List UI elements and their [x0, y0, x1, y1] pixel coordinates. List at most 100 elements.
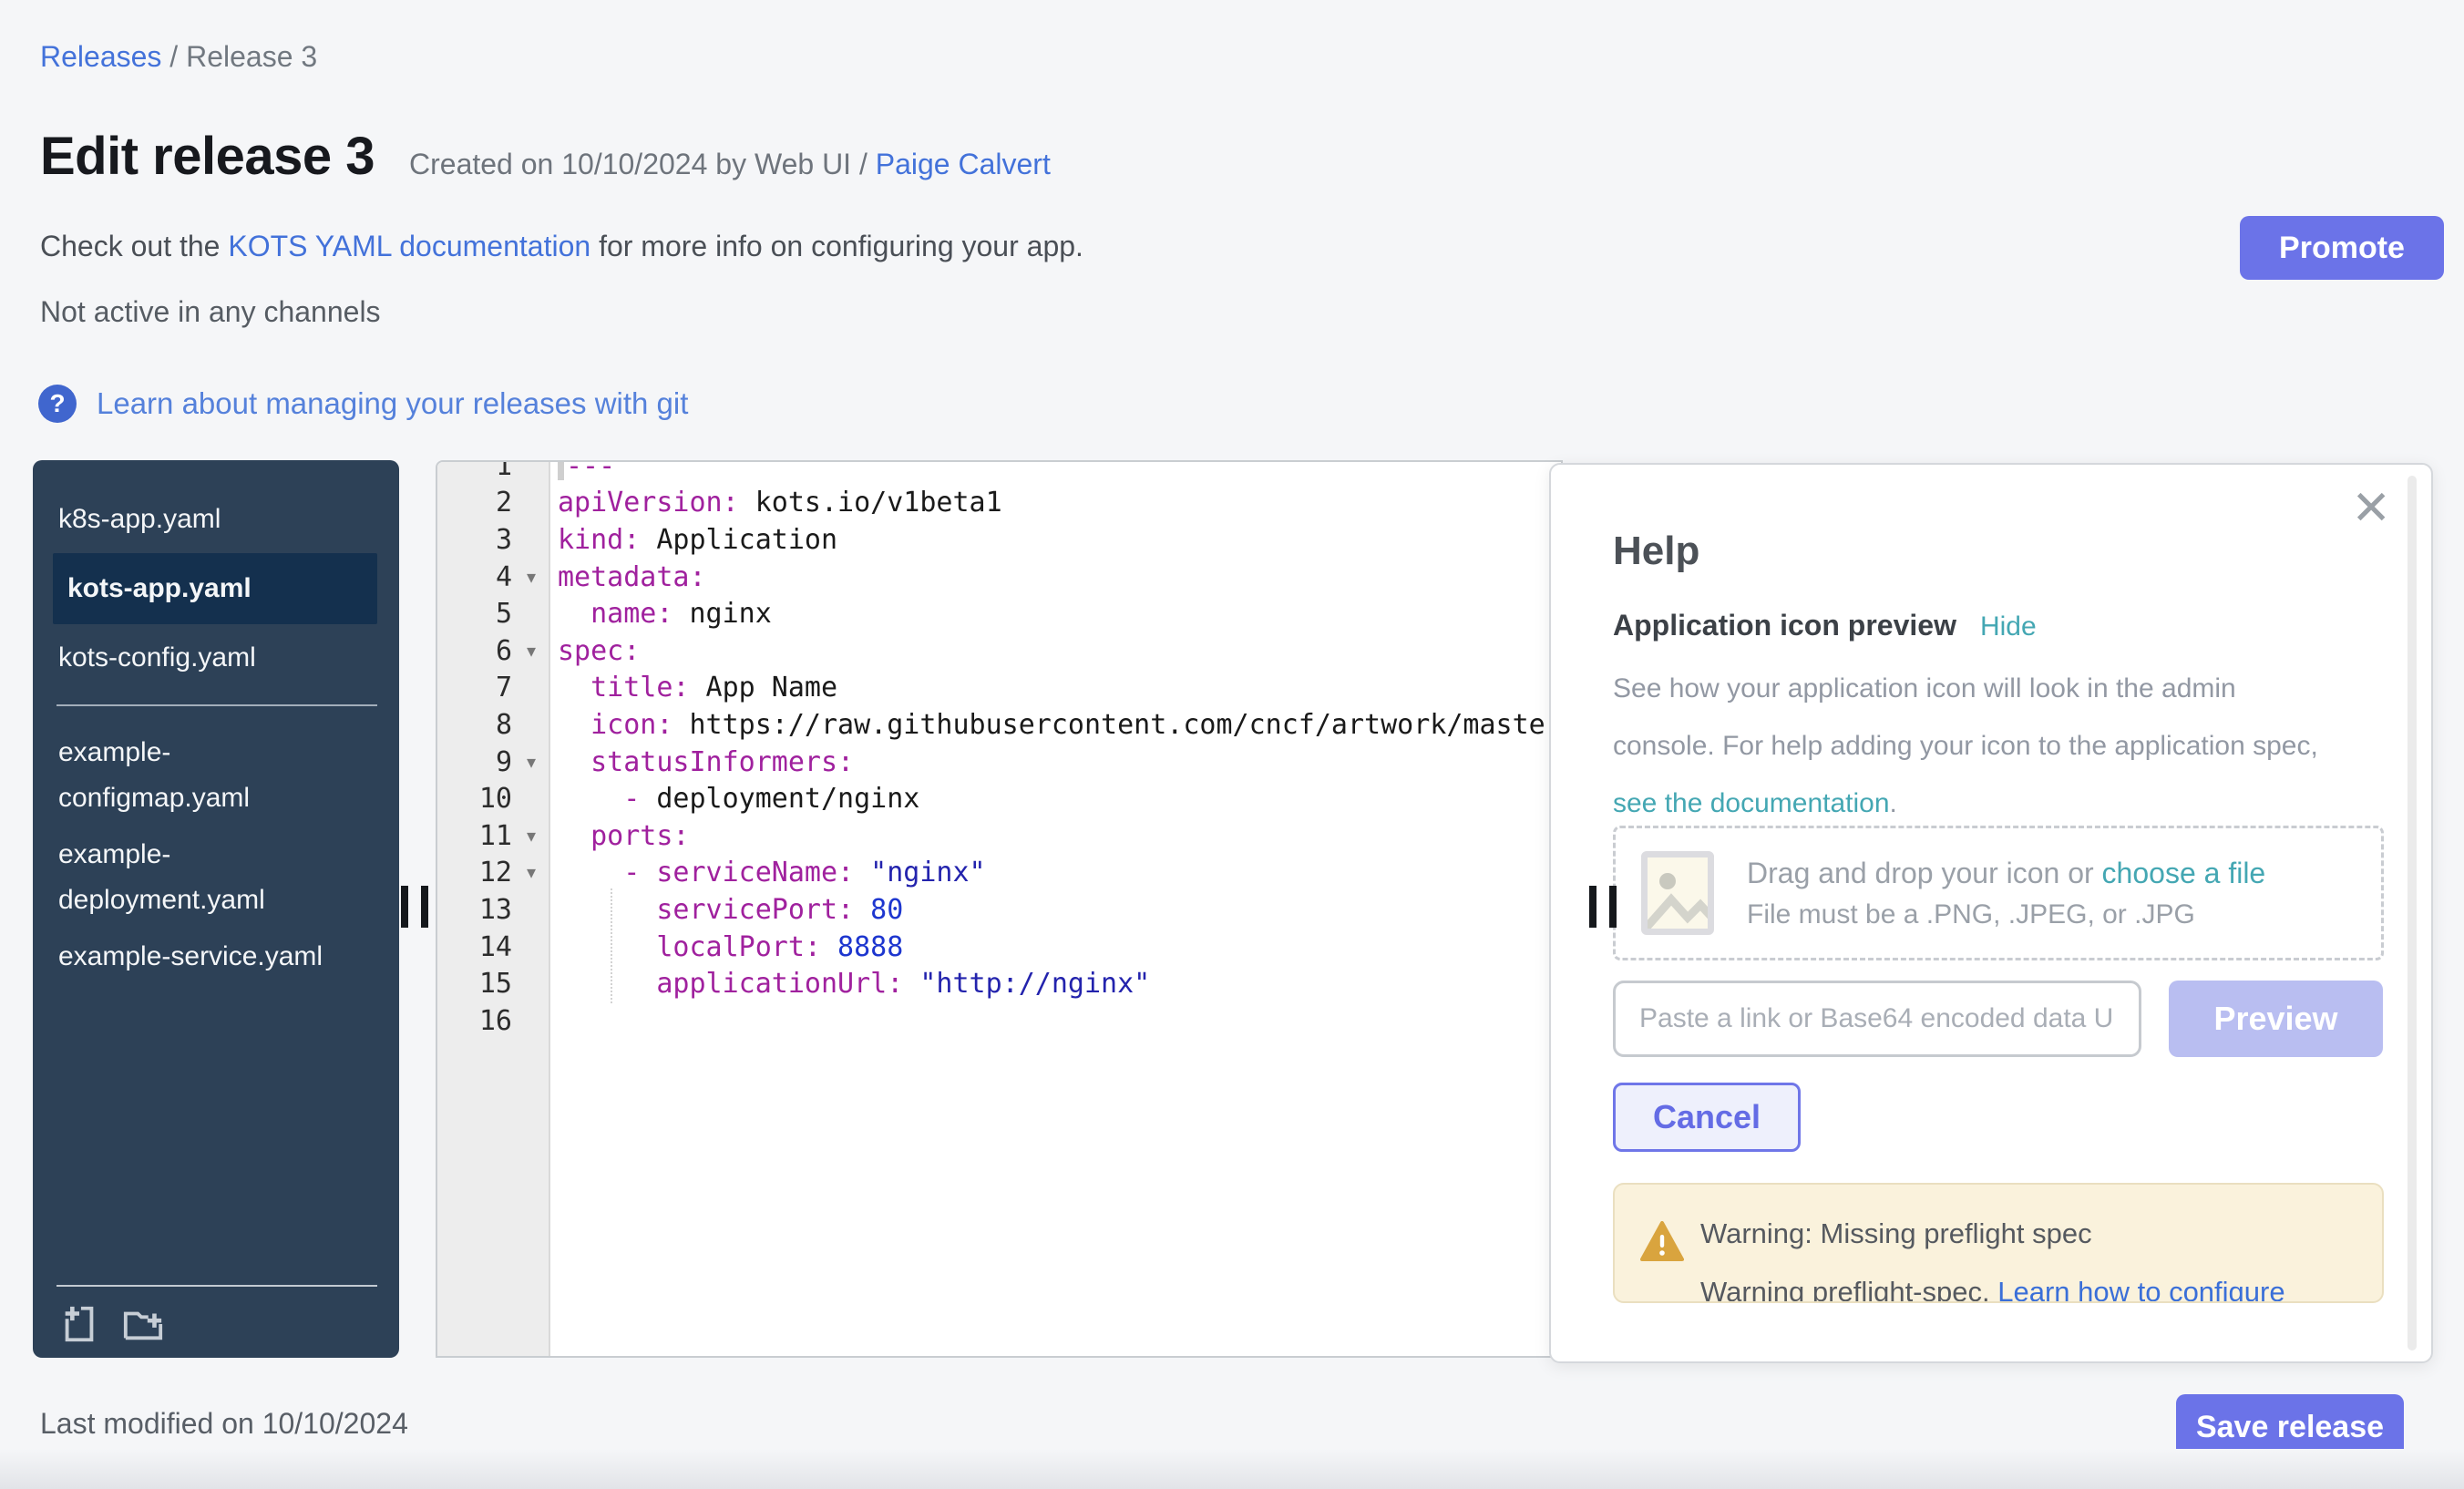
kots-docs-link[interactable]: KOTS YAML documentation [228, 230, 590, 262]
code-line-14: 14 localPort: 8888 [437, 929, 1561, 966]
line-number: 3 [437, 524, 512, 556]
desc-post: . [1890, 788, 1897, 818]
file-tree-item-kots-config.yaml[interactable]: kots-config.yaml [33, 635, 399, 681]
learn-configure-link[interactable]: Learn how to configure [1997, 1276, 2284, 1303]
icon-dropzone[interactable]: Drag and drop your icon or choose a file… [1613, 826, 2384, 960]
code-content[interactable]: --- [550, 460, 615, 482]
help-panel-scrollbar[interactable] [2408, 476, 2417, 1350]
line-number: 4 [437, 561, 512, 593]
breadcrumb-separator: / [169, 40, 186, 73]
close-icon[interactable]: ✕ [2351, 485, 2391, 532]
fold-arrow-icon[interactable]: ▾ [512, 861, 550, 884]
docs-info-pre: Check out the [40, 230, 228, 262]
code-content[interactable]: ports: [550, 820, 690, 852]
fold-arrow-icon[interactable]: ▾ [512, 825, 550, 847]
docs-info-line: Check out the KOTS YAML documentation fo… [40, 230, 1083, 263]
dropzone-sub-text: File must be a .PNG, .JPEG, or .JPG [1747, 899, 2265, 930]
line-number: 6 [437, 635, 512, 667]
code-line-9: 9▾ statusInformers: [437, 744, 1561, 781]
fold-arrow-icon[interactable]: ▾ [512, 566, 550, 589]
code-line-11: 11▾ ports: [437, 817, 1561, 855]
warning-subtext-pre: Warning preflight-spec. [1700, 1276, 1997, 1303]
fold-arrow-icon[interactable]: ▾ [512, 640, 550, 662]
file-tree-item-example-service.yaml[interactable]: example-service.yaml [33, 934, 399, 980]
line-number: 8 [437, 709, 512, 741]
fold-arrow-icon[interactable]: ▾ [512, 751, 550, 774]
image-placeholder-icon [1641, 851, 1714, 935]
desc-pre: See how your application icon will look … [1613, 673, 2318, 761]
warning-icon [1640, 1221, 1684, 1263]
code-content[interactable]: spec: [550, 635, 640, 667]
bottom-fade [0, 1449, 2464, 1489]
breadcrumb: Releases / Release 3 [40, 40, 317, 74]
see-documentation-link[interactable]: see the documentation [1613, 788, 1890, 818]
promote-button[interactable]: Promote [2240, 216, 2444, 280]
code-line-1: 1 --- [437, 460, 1561, 485]
file-tree-item-example-configmap.yaml[interactable]: example-configmap.yaml [33, 730, 399, 821]
docs-info-post: for more info on configuring your app. [590, 230, 1083, 262]
file-tree-item-example-deployment.yaml[interactable]: example-deployment.yaml [33, 832, 399, 923]
icon-url-input[interactable] [1613, 981, 2141, 1057]
breadcrumb-releases-link[interactable]: Releases [40, 40, 161, 73]
line-number: 9 [437, 746, 512, 778]
add-folder-icon[interactable] [122, 1303, 164, 1345]
question-mark-icon: ? [38, 385, 77, 423]
cancel-button[interactable]: Cancel [1613, 1083, 1801, 1152]
code-line-13: 13 servicePort: 80 [437, 891, 1561, 929]
code-line-10: 10 - deployment/nginx [437, 780, 1561, 817]
help-panel: ✕ Help Application icon preview Hide See… [1549, 463, 2433, 1363]
code-content[interactable]: name: nginx [550, 598, 772, 630]
help-panel-resize-handle[interactable] [1589, 886, 1617, 928]
code-content[interactable]: kind: Application [550, 524, 837, 556]
code-content[interactable]: title: App Name [550, 672, 837, 703]
code-content[interactable]: metadata: [550, 561, 706, 593]
code-line-4: 4▾metadata: [437, 559, 1561, 596]
page-title: Edit release 3 [40, 126, 375, 187]
code-content[interactable]: applicationUrl: "http://nginx" [550, 968, 1150, 1000]
help-title: Help [1613, 529, 1699, 574]
line-number: 13 [437, 894, 512, 926]
indent-guide [611, 888, 612, 1003]
created-info: Created on 10/10/2024 by Web UI / Paige … [409, 148, 1051, 181]
code-content[interactable]: apiVersion: kots.io/v1beta1 [550, 487, 1002, 519]
yaml-editor[interactable]: 1 --- 2 apiVersion: kots.io/v1beta1 3 kind: A… [436, 460, 1563, 1358]
file-tree-item-k8s-app.yaml[interactable]: k8s-app.yaml [33, 497, 399, 542]
code-content[interactable]: - serviceName: "nginx" [550, 857, 986, 888]
preview-button[interactable]: Preview [2169, 981, 2383, 1057]
code-line-7: 7 title: App Name [437, 670, 1561, 707]
breadcrumb-current: Release 3 [186, 40, 317, 73]
hide-link[interactable]: Hide [1980, 611, 2037, 642]
code-line-16: 16 [437, 1002, 1561, 1040]
line-number: 1 [437, 460, 512, 482]
code-line-8: 8 icon: https://raw.githubusercontent.co… [437, 706, 1561, 744]
code-content[interactable]: icon: https://raw.githubusercontent.com/… [550, 709, 1563, 741]
created-text: Created on 10/10/2024 by Web UI / [409, 148, 876, 180]
code-line-15: 15 applicationUrl: "http://nginx" [437, 965, 1561, 1002]
line-number: 15 [437, 968, 512, 1000]
file-tree: k8s-app.yaml kots-app.yaml kots-config.yam… [33, 460, 399, 1358]
line-number: 16 [437, 1005, 512, 1037]
code-line-3: 3 kind: Application [437, 521, 1561, 559]
file-tree-item-kots-app.yaml[interactable]: kots-app.yaml [53, 553, 377, 624]
icon-preview-description: See how your application icon will look … [1613, 660, 2333, 832]
add-file-icon[interactable] [58, 1303, 100, 1345]
code-content[interactable]: - deployment/nginx [550, 783, 919, 815]
line-number: 5 [437, 598, 512, 630]
code-line-6: 6▾spec: [437, 632, 1561, 670]
code-content[interactable]: servicePort: 80 [550, 894, 903, 926]
line-number: 2 [437, 487, 512, 519]
code-line-5: 5 name: nginx [437, 595, 1561, 632]
line-number: 10 [437, 783, 512, 815]
code-content[interactable]: statusInformers: [550, 746, 854, 778]
sidebar-resize-handle[interactable] [401, 886, 428, 928]
code-line-12: 12▾ - serviceName: "nginx" [437, 855, 1561, 892]
line-number: 12 [437, 857, 512, 888]
choose-file-link[interactable]: choose a file [2102, 857, 2266, 889]
line-number: 7 [437, 672, 512, 703]
dropzone-pre: Drag and drop your icon or [1747, 857, 2102, 889]
line-number: 14 [437, 931, 512, 963]
git-releases-link[interactable]: Learn about managing your releases with … [97, 386, 688, 421]
code-content[interactable]: localPort: 8888 [550, 931, 903, 963]
author-link[interactable]: Paige Calvert [876, 148, 1051, 180]
sidebar-divider [56, 1285, 377, 1287]
